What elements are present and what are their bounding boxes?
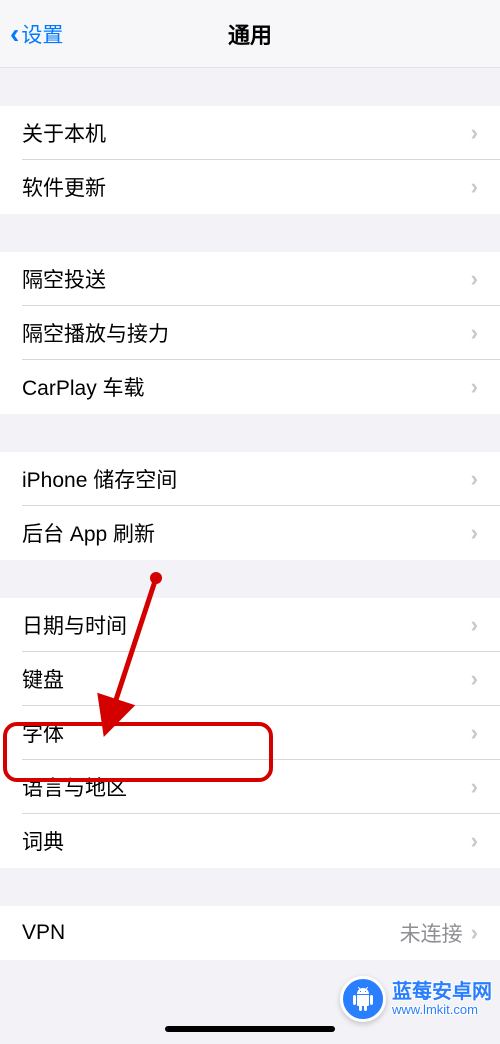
row-label: iPhone 储存空间 <box>22 464 471 494</box>
home-indicator <box>165 1026 335 1032</box>
row-language[interactable]: 语言与地区 › <box>0 760 500 814</box>
row-dictionary[interactable]: 词典 › <box>0 814 500 868</box>
row-label: 隔空投送 <box>22 264 471 294</box>
watermark-url: www.lmkit.com <box>392 1003 492 1017</box>
row-fonts[interactable]: 字体 › <box>0 706 500 760</box>
row-keyboard[interactable]: 键盘 › <box>0 652 500 706</box>
chevron-right-icon: › <box>471 320 478 346</box>
chevron-left-icon: ‹ <box>10 20 19 48</box>
chevron-right-icon: › <box>471 828 478 854</box>
back-label: 设置 <box>21 19 63 49</box>
row-label: 日期与时间 <box>22 610 471 640</box>
back-button[interactable]: ‹ 设置 <box>0 19 63 49</box>
row-background-refresh[interactable]: 后台 App 刷新 › <box>0 506 500 560</box>
chevron-right-icon: › <box>471 174 478 200</box>
settings-group: VPN 未连接 › <box>0 906 500 960</box>
chevron-right-icon: › <box>471 774 478 800</box>
row-software-update[interactable]: 软件更新 › <box>0 160 500 214</box>
row-about[interactable]: 关于本机 › <box>0 106 500 160</box>
row-label: CarPlay 车载 <box>22 372 471 402</box>
chevron-right-icon: › <box>471 520 478 546</box>
row-label: 词典 <box>22 826 471 856</box>
row-label: VPN <box>22 921 400 945</box>
settings-group: 关于本机 › 软件更新 › <box>0 106 500 214</box>
chevron-right-icon: › <box>471 720 478 746</box>
watermark-text: 蓝莓安卓网 www.lmkit.com <box>392 981 492 1017</box>
row-airdrop[interactable]: 隔空投送 › <box>0 252 500 306</box>
chevron-right-icon: › <box>471 466 478 492</box>
settings-group: iPhone 储存空间 › 后台 App 刷新 › <box>0 452 500 560</box>
settings-group: 隔空投送 › 隔空播放与接力 › CarPlay 车载 › <box>0 252 500 414</box>
row-label: 语言与地区 <box>22 772 471 802</box>
nav-bar: ‹ 设置 通用 <box>0 0 500 68</box>
android-icon <box>340 976 386 1022</box>
row-carplay[interactable]: CarPlay 车载 › <box>0 360 500 414</box>
chevron-right-icon: › <box>471 612 478 638</box>
row-label: 隔空播放与接力 <box>22 318 471 348</box>
chevron-right-icon: › <box>471 374 478 400</box>
chevron-right-icon: › <box>471 920 478 946</box>
row-label: 字体 <box>22 718 471 748</box>
row-label: 关于本机 <box>22 118 471 148</box>
row-detail: 未连接 <box>400 918 463 948</box>
row-label: 软件更新 <box>22 172 471 202</box>
chevron-right-icon: › <box>471 120 478 146</box>
page-title: 通用 <box>228 18 272 50</box>
row-date-time[interactable]: 日期与时间 › <box>0 598 500 652</box>
chevron-right-icon: › <box>471 666 478 692</box>
chevron-right-icon: › <box>471 266 478 292</box>
row-storage[interactable]: iPhone 储存空间 › <box>0 452 500 506</box>
row-vpn[interactable]: VPN 未连接 › <box>0 906 500 960</box>
row-label: 后台 App 刷新 <box>22 518 471 548</box>
row-label: 键盘 <box>22 664 471 694</box>
watermark-title: 蓝莓安卓网 <box>392 981 492 1003</box>
settings-group: 日期与时间 › 键盘 › 字体 › 语言与地区 › 词典 › <box>0 598 500 868</box>
row-airplay[interactable]: 隔空播放与接力 › <box>0 306 500 360</box>
watermark: 蓝莓安卓网 www.lmkit.com <box>340 976 492 1022</box>
